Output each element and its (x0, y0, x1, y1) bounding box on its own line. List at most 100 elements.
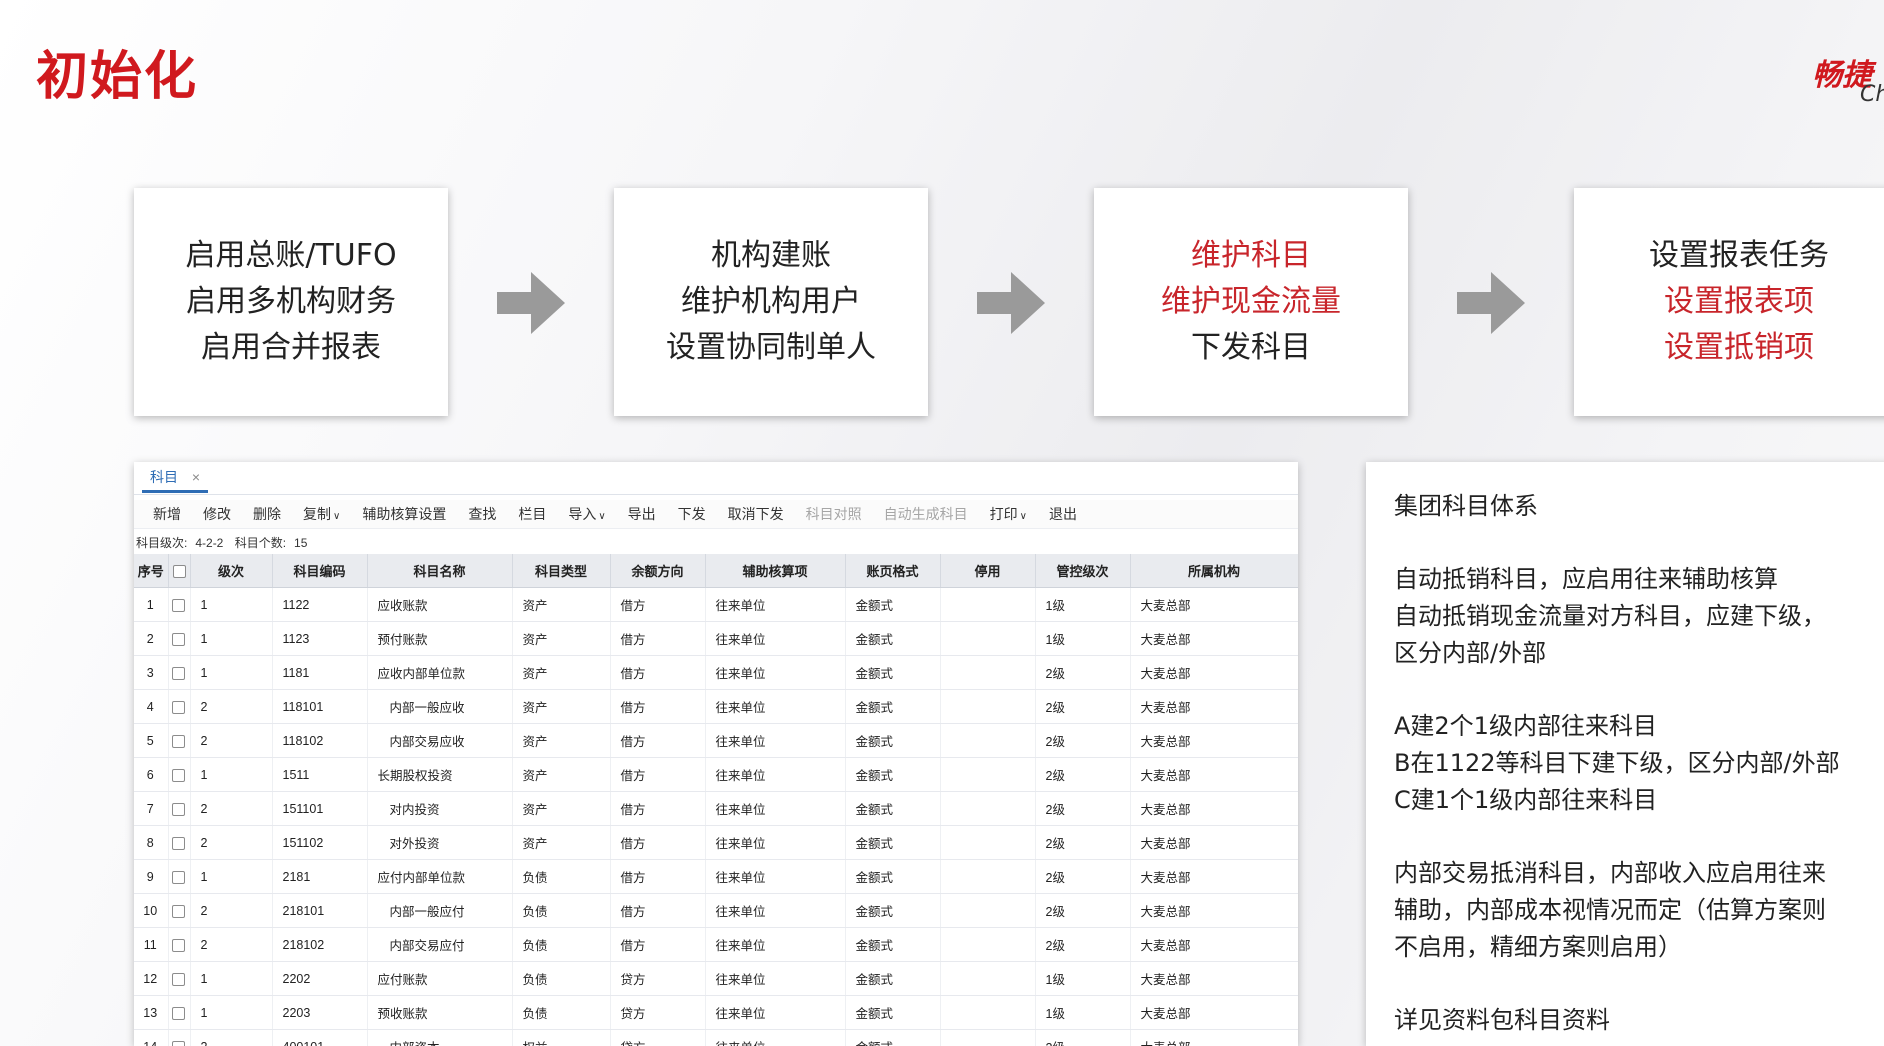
row-checkbox[interactable] (168, 791, 191, 826)
table-cell: 1123 (272, 621, 368, 656)
toolbar-button[interactable]: 查找 (468, 504, 496, 524)
notes-line: B在1122等科目下建下级，区分内部/外部 (1394, 749, 1840, 777)
row-checkbox[interactable] (168, 587, 191, 622)
step-line: 设置抵销项 (1664, 330, 1814, 365)
table-cell: 应收账款 (367, 587, 513, 622)
toolbar-button[interactable]: 删除 (253, 504, 281, 524)
column-header: 科目类型 (512, 554, 611, 588)
checkbox-icon (172, 802, 185, 816)
table-cell: 1 (190, 961, 273, 996)
table-row[interactable]: 13 1 2203 预收账款 负债 贷方 往来单位 金额式 1级 大麦总部 (134, 995, 1298, 1030)
table-cell: 预付账款 (367, 621, 513, 656)
table-cell (940, 1029, 1036, 1046)
table-cell: 往来单位 (705, 791, 846, 826)
toolbar-button[interactable]: 取消下发 (728, 504, 784, 524)
table-cell: 往来单位 (705, 859, 846, 894)
table-row[interactable]: 11 2 218102 内部交易应付 负债 借方 往来单位 金额式 2级 大麦总部 (134, 927, 1298, 962)
toolbar-button[interactable]: 导出 (628, 504, 656, 524)
toolbar-button[interactable]: 自动生成科目 (884, 504, 968, 524)
select-all-checkbox[interactable] (168, 554, 191, 588)
table-cell: 资产 (512, 621, 611, 656)
row-checkbox[interactable] (168, 689, 191, 724)
checkbox-icon (172, 734, 185, 748)
table-row[interactable]: 10 2 218101 内部一般应付 负债 借方 往来单位 金额式 2级 大麦总部 (134, 893, 1298, 928)
table-row[interactable]: 5 2 118102 内部交易应收 资产 借方 往来单位 金额式 2级 大麦总部 (134, 723, 1298, 758)
notes-line: 区分内部/外部 (1394, 639, 1547, 667)
chevron-down-icon: ∨ (333, 511, 341, 522)
table-row[interactable]: 7 2 151101 对内投资 资产 借方 往来单位 金额式 2级 大麦总部 (134, 791, 1298, 826)
table-row[interactable]: 4 2 118101 内部一般应收 资产 借方 往来单位 金额式 2级 大麦总部 (134, 689, 1298, 724)
table-cell: 负债 (512, 927, 611, 962)
table-cell (940, 621, 1036, 656)
table-cell: 借方 (610, 859, 706, 894)
row-checkbox[interactable] (168, 859, 191, 894)
table-cell (940, 791, 1036, 826)
row-checkbox[interactable] (168, 893, 191, 928)
step-line: 维护现金流量 (1161, 284, 1341, 319)
toolbar-button[interactable]: 辅助核算设置 (362, 504, 446, 524)
step-line: 启用总账/TUFO (185, 238, 397, 273)
toolbar-button-label: 查找 (468, 506, 497, 522)
toolbar-button-label: 删除 (253, 506, 281, 522)
row-seq: 3 (134, 655, 169, 690)
table-row[interactable]: 2 1 1123 预付账款 资产 借方 往来单位 金额式 1级 大麦总部 (134, 621, 1298, 656)
toolbar: 新增 修改 删除 复制 ∨ 辅助核算设置 查找 栏目 导入 ∨ 导出 下发 取消下发 科目对照 自动生成科目… (134, 500, 1298, 529)
table-cell: 往来单位 (705, 723, 846, 758)
row-checkbox[interactable] (168, 655, 191, 690)
table-row[interactable]: 1 1 1122 应收账款 资产 借方 往来单位 金额式 1级 大麦总部 (134, 587, 1298, 622)
table-row[interactable]: 6 1 1511 长期股权投资 资产 借方 往来单位 金额式 2级 大麦总部 (134, 757, 1298, 792)
toolbar-button-label: 辅助核算设置 (362, 506, 447, 522)
table-cell: 往来单位 (705, 893, 846, 928)
table-row[interactable]: 14 2400101内部资本权益贷方往来单位金额式 2级大麦总部 (134, 1029, 1298, 1046)
toolbar-button[interactable]: 退出 (1049, 504, 1077, 524)
table-cell: 218102 (272, 927, 368, 962)
toolbar-button[interactable]: 新增 (153, 504, 181, 524)
tab-label: 科目 (150, 469, 178, 485)
toolbar-button[interactable]: 修改 (203, 504, 231, 524)
row-checkbox[interactable] (168, 995, 191, 1030)
table-cell: 2级 (1035, 757, 1131, 792)
toolbar-button[interactable]: 复制 ∨ (303, 504, 340, 524)
close-icon[interactable]: × (192, 469, 200, 485)
toolbar-button[interactable]: 科目对照 (806, 504, 862, 524)
row-checkbox[interactable] (168, 825, 191, 860)
row-seq: 9 (134, 859, 169, 894)
toolbar-button-label: 取消下发 (727, 506, 784, 522)
table-cell: 2 (190, 825, 273, 860)
table-cell: 金额式 (845, 1029, 941, 1046)
column-header: 科目编码 (272, 554, 368, 588)
checkbox-icon (172, 666, 185, 680)
table-cell: 1181 (272, 655, 368, 690)
row-checkbox[interactable] (168, 621, 191, 656)
tab-subjects[interactable]: 科目 × (142, 466, 209, 493)
table-row[interactable]: 3 1 1181 应收内部单位款 资产 借方 往来单位 金额式 2级 大麦总部 (134, 655, 1298, 690)
logo-en-text: Ch (1860, 82, 1884, 107)
table-cell: 2 (190, 893, 273, 928)
row-checkbox[interactable] (168, 927, 191, 962)
table-cell: 151101 (272, 791, 368, 826)
step-box-3: 维护科目 维护现金流量 下发科目 (1094, 188, 1408, 416)
table-cell: 资产 (512, 689, 611, 724)
step-line: 启用合并报表 (201, 330, 381, 365)
notes-line: 详见资料包科目资料 (1394, 1006, 1610, 1034)
table-row[interactable]: 9 1 2181 应付内部单位款 负债 借方 往来单位 金额式 2级 大麦总部 (134, 859, 1298, 894)
table-row[interactable]: 12 1 2202 应付账款 负债 贷方 往来单位 金额式 1级 大麦总部 (134, 961, 1298, 996)
table-cell: 2级 (1035, 723, 1131, 758)
toolbar-button[interactable]: 打印 ∨ (990, 504, 1027, 524)
toolbar-button[interactable]: 下发 (678, 504, 706, 524)
toolbar-button[interactable]: 栏目 (518, 504, 546, 524)
table-cell: 内部资本 (367, 1029, 513, 1046)
table-row[interactable]: 8 2 151102 对外投资 资产 借方 往来单位 金额式 2级 大麦总部 (134, 825, 1298, 860)
toolbar-button[interactable]: 导入 ∨ (568, 504, 605, 524)
table-cell: 金额式 (845, 621, 941, 656)
account-subject-window: 科目 × 新增 修改 删除 复制 ∨ 辅助核算设置 查找 栏目 导入 ∨ 导出 下发 取消下发 科目对照 自… (134, 462, 1298, 1046)
row-checkbox[interactable] (168, 757, 191, 792)
table-cell: 借方 (610, 791, 706, 826)
column-header: 管控级次 (1035, 554, 1131, 588)
row-checkbox[interactable] (168, 1029, 191, 1046)
table-cell: 负债 (512, 961, 611, 996)
table-cell (940, 927, 1036, 962)
row-checkbox[interactable] (168, 961, 191, 996)
row-checkbox[interactable] (168, 723, 191, 758)
table-cell: 借方 (610, 927, 706, 962)
